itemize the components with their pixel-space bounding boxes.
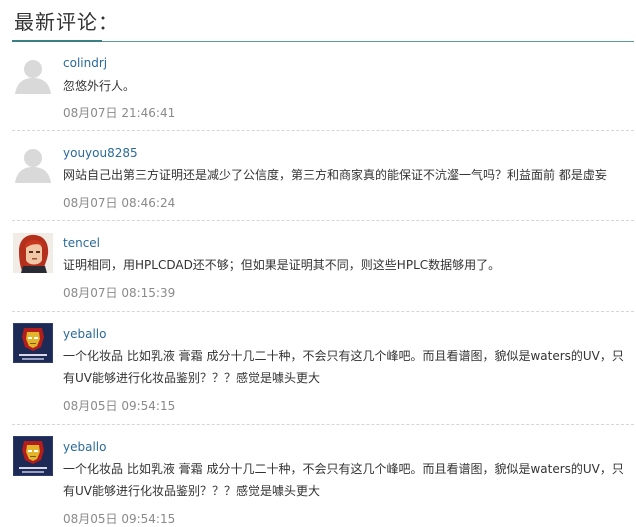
comment-timestamp: 08月05日 09:54:15 xyxy=(63,512,176,526)
section-title: 最新评论： xyxy=(14,10,119,34)
default-user-avatar-icon[interactable] xyxy=(13,143,53,183)
comment-divider xyxy=(12,311,634,312)
red-hair-character-avatar-icon[interactable] xyxy=(13,233,53,273)
iron-man-avatar-icon[interactable] xyxy=(13,436,53,476)
comment-username[interactable]: yeballo xyxy=(63,440,106,454)
comment-username[interactable]: tencel xyxy=(63,236,100,250)
comment-timestamp: 08月05日 09:54:15 xyxy=(63,399,176,413)
comment-divider xyxy=(12,220,634,221)
comment-username[interactable]: youyou8285 xyxy=(63,146,138,160)
comment-username[interactable]: yeballo xyxy=(63,327,106,341)
title-divider xyxy=(12,41,634,42)
comment-timestamp: 08月07日 08:46:24 xyxy=(63,196,176,210)
comment-text: 网站自己出第三方证明还是减少了公信度，第三方和商家真的能保证不沆瀣一气吗？利益面… xyxy=(63,168,607,182)
comment-username[interactable]: colindrj xyxy=(63,56,107,70)
default-user-avatar-icon[interactable] xyxy=(13,54,53,94)
iron-man-avatar-icon[interactable] xyxy=(13,323,53,363)
comment-timestamp: 08月07日 21:46:41 xyxy=(63,106,176,120)
comment-text: 一个化妆品 比如乳液 膏霜 成分十几二十种，不会只有这几个峰吧。而且看谱图，貌似… xyxy=(63,462,624,498)
comment-text: 证明相同，用HPLCDAD还不够；但如果是证明其不同，则这些HPLC数据够用了。 xyxy=(63,258,501,272)
comment-text: 一个化妆品 比如乳液 膏霜 成分十几二十种，不会只有这几个峰吧。而且看谱图，貌似… xyxy=(63,349,624,385)
title-accent-bar xyxy=(12,40,102,42)
comment-timestamp: 08月07日 08:15:39 xyxy=(63,286,176,300)
comment-divider xyxy=(12,424,634,425)
comment-text: 忽悠外行人。 xyxy=(63,79,136,93)
comment-divider xyxy=(12,130,634,131)
